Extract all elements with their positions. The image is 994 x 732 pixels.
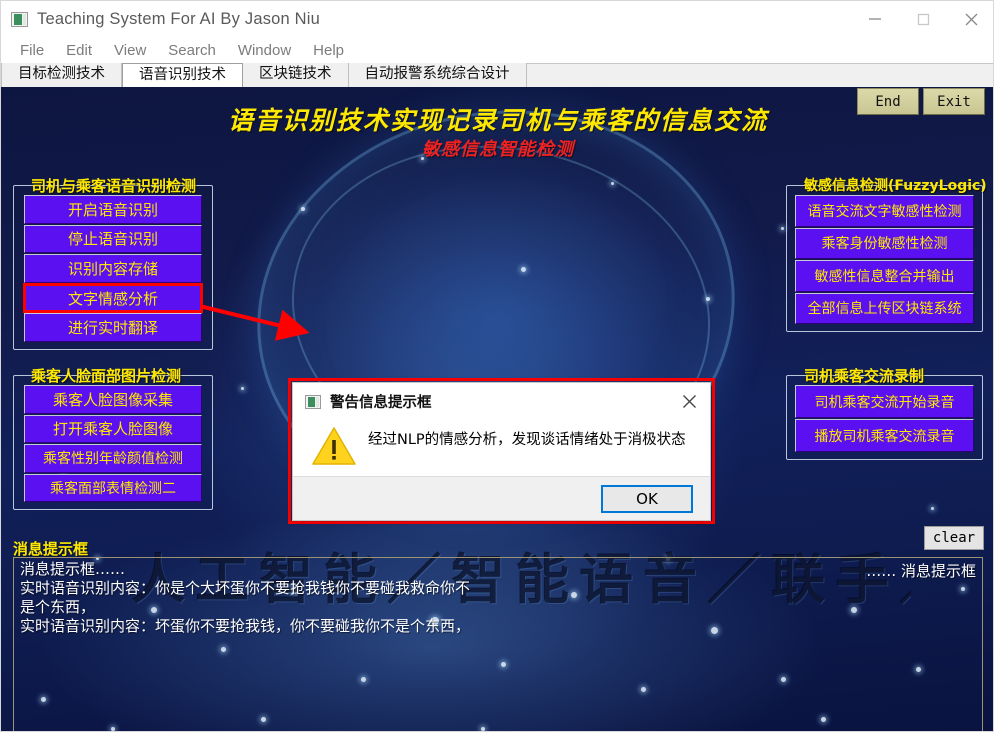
menu-item-view[interactable]: View <box>103 41 157 60</box>
exit-button[interactable]: Exit <box>923 88 985 115</box>
warning-triangle-icon <box>311 425 357 472</box>
clear-button[interactable]: clear <box>924 526 984 550</box>
group-passenger-face-image-detection: 乘客人脸面部图片检测 乘客人脸图像采集 打开乘客人脸图像 乘客性别年龄颜值检测 … <box>13 367 213 510</box>
message-line: 实时语音识别内容：你是个大坏蛋你不要抢我钱你不要碰我救命你不 <box>20 579 471 597</box>
main-canvas: 人工智能／智能语音／联手／云计算／大数据时代 www.toypusan.com … <box>1 87 993 731</box>
button-realtime-translation[interactable]: 进行实时翻译 <box>24 313 202 342</box>
group-title-sensitive-info-detection: 敏感信息检测(FuzzyLogic) <box>804 178 987 194</box>
dialog-body: 经过NLP的情感分析，发现谈话情绪处于消极状态 <box>293 420 710 478</box>
message-panel[interactable]: …… 消息提示框 消息提示框…… 实时语音识别内容：你是个大坏蛋你不要抢我钱你不… <box>13 557 983 731</box>
button-passenger-facial-expression-detection-2[interactable]: 乘客面部表情检测二 <box>24 473 202 502</box>
dialog-message: 经过NLP的情感分析，发现谈话情绪处于消极状态 <box>368 432 686 448</box>
menu-bar: File Edit View Search Window Help <box>1 37 993 63</box>
dialog-titlebar: 警告信息提示框 <box>293 383 710 420</box>
button-open-passenger-face-image[interactable]: 打开乘客人脸图像 <box>24 414 202 443</box>
menu-item-window[interactable]: Window <box>227 41 302 60</box>
menu-item-search[interactable]: Search <box>157 41 227 60</box>
group-title-driver-passenger-recording: 司机乘客交流录制 <box>804 367 925 385</box>
window-titlebar: Teaching System For AI By Jason Niu <box>1 1 993 37</box>
group-title-driver-passenger-speech-detection: 司机与乘客语音识别检测 <box>31 177 197 195</box>
dialog-footer: OK <box>293 476 710 520</box>
button-sensitive-info-integrate-output[interactable]: 敏感性信息整合并输出 <box>795 260 974 292</box>
button-speech-text-sensitivity-detection[interactable]: 语音交流文字敏感性检测 <box>795 195 974 227</box>
message-line: 实时语音识别内容：坏蛋你不要抢我钱，你不要碰我你不是个东西， <box>20 617 471 635</box>
message-panel-label: 消息提示框 <box>13 540 89 558</box>
dialog-title: 警告信息提示框 <box>330 395 432 411</box>
page-subtitle: 敏感信息智能检测 <box>422 139 574 160</box>
close-button[interactable] <box>947 1 993 37</box>
window-controls <box>851 1 993 37</box>
menu-item-edit[interactable]: Edit <box>55 41 103 60</box>
tab-speech-recognition[interactable]: 语音识别技术 <box>122 63 243 87</box>
tab-blockchain[interactable]: 区块链技术 <box>243 63 349 87</box>
group-driver-passenger-recording: 司机乘客交流录制 司机乘客交流开始录音 播放司机乘客交流录音 <box>786 367 983 460</box>
button-store-recognized-content[interactable]: 识别内容存储 <box>24 254 202 283</box>
dialog-app-icon <box>305 394 321 409</box>
page-title: 语音识别技术实现记录司机与乘客的信息交流 <box>227 106 768 135</box>
app-icon <box>11 11 28 27</box>
menu-item-file[interactable]: File <box>9 41 55 60</box>
application-window: Teaching System For AI By Jason Niu File… <box>0 0 994 732</box>
button-passenger-gender-age-beauty-detection[interactable]: 乘客性别年龄颜值检测 <box>24 444 202 473</box>
button-play-recorded-conversation[interactable]: 播放司机乘客交流录音 <box>795 419 974 452</box>
warning-dialog: 警告信息提示框 经过NLP的情感分析，发现谈话情绪处于消极状态 OK <box>292 382 711 521</box>
group-title-passenger-face-image-detection: 乘客人脸面部图片检测 <box>31 367 182 385</box>
button-text-sentiment-analysis[interactable]: 文字情感分析 <box>23 282 203 314</box>
group-sensitive-info-detection: 敏感信息检测(FuzzyLogic) 语音交流文字敏感性检测 乘客身份敏感性检测… <box>786 178 987 332</box>
dialog-close-icon[interactable] <box>668 383 710 420</box>
menu-item-help[interactable]: Help <box>302 41 355 60</box>
button-passenger-identity-sensitivity-detection[interactable]: 乘客身份敏感性检测 <box>795 227 974 259</box>
tab-auto-alarm-system[interactable]: 自动报警系统综合设计 <box>348 63 527 87</box>
tab-bar: 目标检测技术 语音识别技术 区块链技术 自动报警系统综合设计 <box>1 63 993 87</box>
button-passenger-face-capture[interactable]: 乘客人脸图像采集 <box>24 385 202 414</box>
message-line: 消息提示框…… <box>20 560 126 578</box>
button-start-recording-conversation[interactable]: 司机乘客交流开始录音 <box>795 385 974 418</box>
end-button[interactable]: End <box>857 88 919 115</box>
button-stop-speech-recognition[interactable]: 停止语音识别 <box>24 224 202 254</box>
maximize-button[interactable] <box>899 1 947 37</box>
button-start-speech-recognition[interactable]: 开启语音识别 <box>24 195 202 224</box>
button-upload-all-info-to-blockchain[interactable]: 全部信息上传区块链系统 <box>795 292 974 324</box>
minimize-button[interactable] <box>851 1 899 37</box>
top-right-button-group: End Exit <box>857 88 985 115</box>
message-line: 是个东西， <box>20 598 96 616</box>
dialog-ok-button[interactable]: OK <box>601 485 693 513</box>
message-panel-content: 消息提示框…… 实时语音识别内容：你是个大坏蛋你不要抢我钱你不要碰我救命你不 是… <box>20 560 976 636</box>
window-title: Teaching System For AI By Jason Niu <box>37 9 321 28</box>
group-driver-passenger-speech-detection: 司机与乘客语音识别检测 开启语音识别 停止语音识别 识别内容存储 文字情感分析 … <box>13 177 213 350</box>
tab-object-detection[interactable]: 目标检测技术 <box>1 63 122 87</box>
